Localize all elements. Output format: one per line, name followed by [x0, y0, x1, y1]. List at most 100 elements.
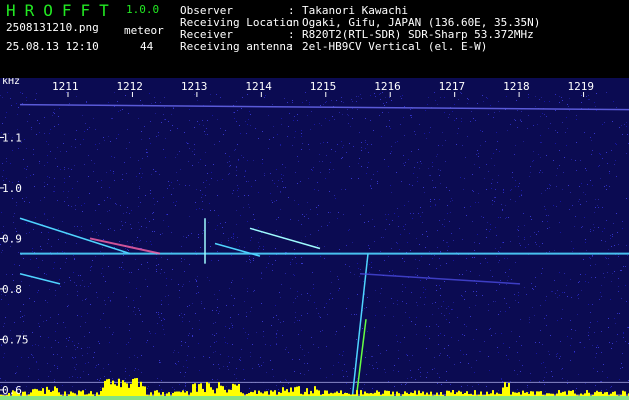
noise-pixel: [473, 191, 474, 192]
noise-pixel: [542, 344, 543, 345]
noise-pixel: [472, 190, 473, 191]
noise-pixel: [585, 239, 586, 240]
noise-pixel: [505, 272, 506, 273]
noise-pixel: [530, 216, 531, 217]
noise-pixel: [314, 189, 315, 190]
noise-pixel: [510, 124, 511, 125]
noise-pixel: [93, 118, 94, 119]
noise-pixel: [114, 180, 115, 181]
noise-pixel: [159, 360, 160, 361]
noise-pixel: [424, 304, 425, 305]
noise-pixel: [16, 205, 17, 206]
noise-pixel: [391, 192, 392, 193]
noise-pixel: [49, 177, 50, 178]
noise-pixel: [192, 335, 193, 336]
noise-pixel: [593, 230, 594, 231]
noise-pixel: [78, 275, 79, 276]
noise-pixel: [138, 160, 139, 161]
noise-pixel: [96, 232, 97, 233]
noise-pixel: [342, 157, 343, 158]
noise-pixel: [29, 368, 30, 369]
noise-pixel: [292, 145, 293, 146]
noise-pixel: [155, 113, 156, 114]
noise-pixel: [331, 149, 332, 150]
noise-pixel: [253, 291, 254, 292]
noise-pixel: [22, 316, 23, 317]
noise-pixel: [307, 363, 308, 364]
noise-pixel: [66, 151, 67, 152]
noise-pixel: [566, 285, 567, 286]
noise-pixel: [17, 366, 18, 367]
noise-pixel: [122, 109, 123, 110]
noise-pixel: [117, 353, 118, 354]
noise-pixel: [458, 340, 459, 341]
noise-pixel: [72, 188, 73, 189]
noise-pixel: [181, 345, 182, 346]
noise-pixel: [436, 290, 437, 291]
noise-pixel: [60, 151, 61, 152]
noise-pixel: [47, 243, 48, 244]
y-tick-label: 0.8: [2, 283, 22, 296]
noise-pixel: [546, 116, 547, 117]
noise-pixel: [569, 209, 570, 210]
noise-pixel: [89, 193, 90, 194]
noise-pixel: [234, 112, 235, 113]
noise-pixel: [424, 133, 425, 134]
noise-pixel: [185, 383, 186, 384]
noise-pixel: [103, 313, 104, 314]
noise-pixel: [161, 313, 162, 314]
noise-pixel: [578, 374, 579, 375]
noise-pixel: [567, 336, 568, 337]
noise-pixel: [489, 370, 490, 371]
noise-pixel: [64, 282, 65, 283]
noise-pixel: [493, 153, 494, 154]
noise-pixel: [198, 343, 199, 344]
noise-pixel: [123, 255, 124, 256]
noise-pixel: [103, 137, 104, 138]
noise-pixel: [128, 306, 129, 307]
noise-pixel: [481, 216, 482, 217]
noise-pixel: [318, 205, 319, 206]
noise-pixel: [549, 251, 550, 252]
noise-pixel: [444, 97, 445, 98]
noise-pixel: [37, 120, 38, 121]
noise-pixel: [462, 239, 463, 240]
noise-pixel: [599, 153, 600, 154]
noise-pixel: [171, 194, 172, 195]
noise-pixel: [206, 180, 207, 181]
noise-pixel: [241, 155, 242, 156]
noise-pixel: [618, 256, 619, 257]
noise-pixel: [308, 178, 309, 179]
noise-pixel: [39, 326, 40, 327]
noise-pixel: [53, 354, 54, 355]
noise-pixel: [537, 124, 538, 125]
noise-pixel: [329, 120, 330, 121]
noise-pixel: [55, 158, 56, 159]
noise-pixel: [236, 170, 237, 171]
noise-pixel: [26, 169, 27, 170]
noise-pixel: [421, 163, 422, 164]
noise-pixel: [128, 342, 129, 343]
noise-pixel: [77, 295, 78, 296]
noise-pixel: [139, 310, 140, 311]
noise-pixel: [386, 350, 387, 351]
noise-pixel: [541, 142, 542, 143]
noise-pixel: [296, 263, 297, 264]
noise-pixel: [586, 250, 587, 251]
noise-pixel: [229, 166, 230, 167]
noise-pixel: [542, 268, 543, 269]
noise-pixel: [237, 144, 238, 145]
noise-pixel: [310, 209, 311, 210]
noise-pixel: [214, 335, 215, 336]
noise-pixel: [54, 186, 55, 187]
noise-pixel: [80, 377, 81, 378]
noise-pixel: [131, 228, 132, 229]
noise-pixel: [398, 216, 399, 217]
noise-pixel: [486, 97, 487, 98]
noise-pixel: [201, 301, 202, 302]
noise-pixel: [144, 126, 145, 127]
noise-pixel: [393, 274, 394, 275]
noise-pixel: [619, 379, 620, 380]
noise-pixel: [127, 193, 128, 194]
noise-pixel: [99, 343, 100, 344]
